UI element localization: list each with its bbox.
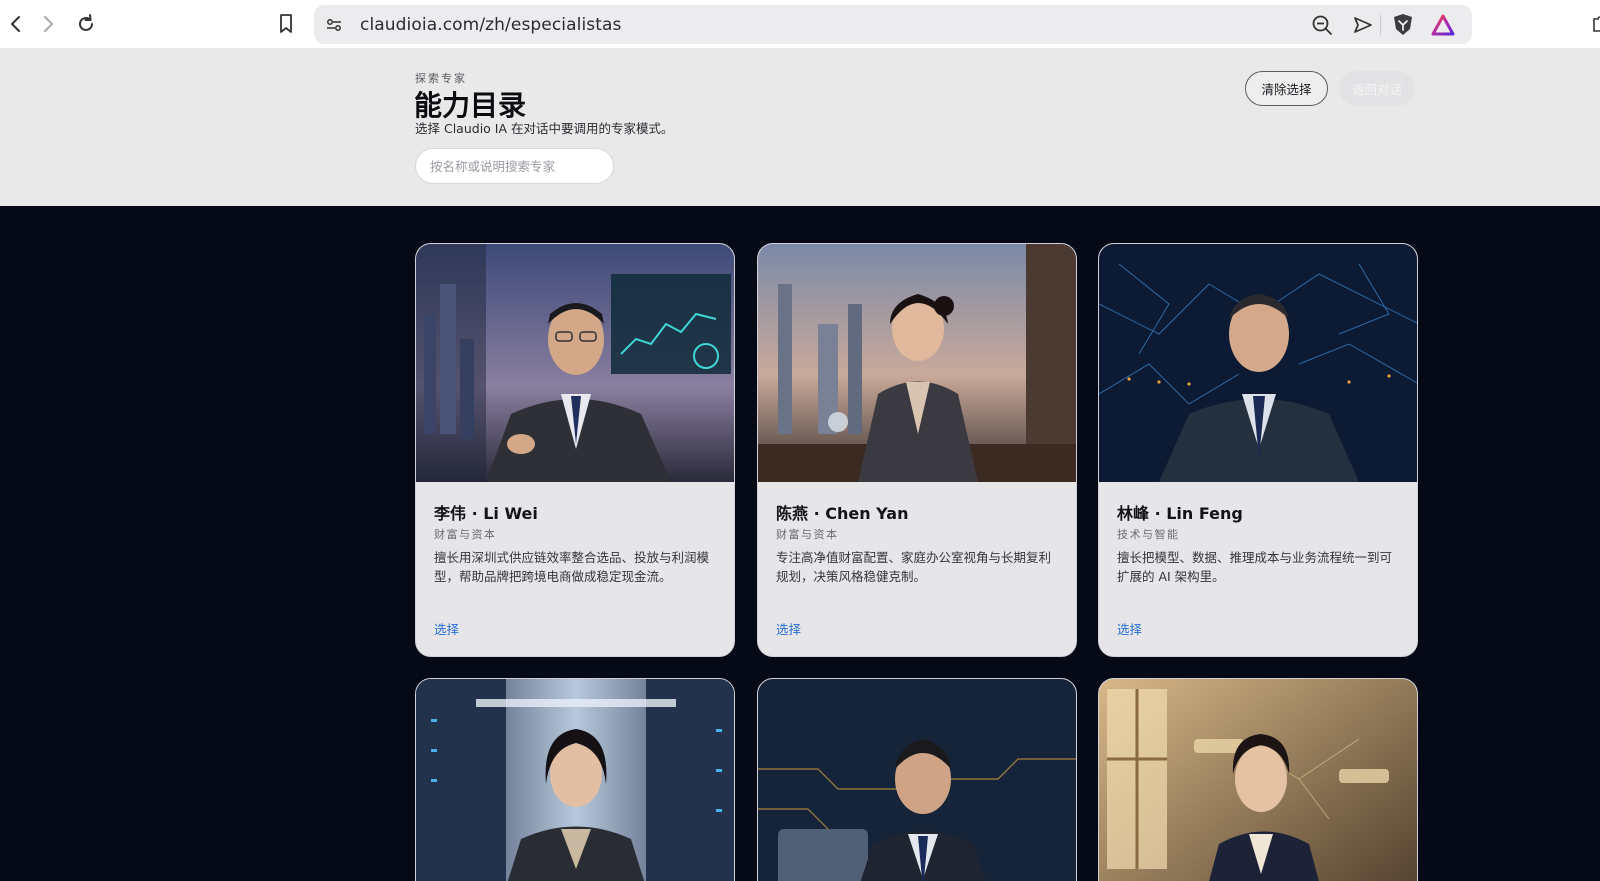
specialist-card-lin-feng[interactable]: 林峰 · Lin Feng 技术与智能 擅长把模型、数据、推理成本与业务流程统一… [1098, 243, 1418, 657]
back-icon[interactable] [0, 8, 32, 40]
zoom-out-icon[interactable] [1310, 13, 1334, 37]
address-bar[interactable]: claudioia.com/zh/especialistas [314, 5, 1472, 44]
search-input[interactable] [415, 148, 614, 184]
back-to-chat-button[interactable]: 返回对话 [1339, 71, 1415, 106]
specialist-card[interactable] [1098, 678, 1418, 881]
specialist-category: 财富与资本 [434, 528, 497, 541]
extensions-icon[interactable] [1584, 8, 1600, 40]
portrait-photo [1099, 244, 1417, 482]
portrait-photo [758, 244, 1076, 482]
specialist-description: 专注高净值财富配置、家庭办公室视角与长期复利规划，决策风格稳健克制。 [776, 550, 1052, 584]
select-link[interactable]: 选择 [1117, 619, 1142, 638]
reload-icon[interactable] [70, 8, 102, 40]
specialist-card[interactable] [415, 678, 735, 881]
specialist-category: 技术与智能 [1117, 528, 1180, 541]
specialist-card[interactable] [757, 678, 1077, 881]
select-link[interactable]: 选择 [776, 619, 801, 638]
rewards-triangle-icon[interactable] [1431, 13, 1455, 37]
send-icon[interactable] [1351, 13, 1375, 37]
portrait-photo [758, 679, 1076, 881]
clear-selection-button[interactable]: 清除选择 [1245, 71, 1328, 106]
specialist-name: 陈燕 · Chen Yan [776, 504, 909, 523]
portrait-photo [416, 244, 734, 482]
specialist-name: 林峰 · Lin Feng [1117, 504, 1243, 523]
browser-toolbar: claudioia.com/zh/especialistas [0, 0, 1600, 48]
specialist-name: 李伟 · Li Wei [434, 504, 538, 523]
portrait-photo [416, 679, 734, 881]
page-header: 探索专家 能力目录 选择 Claudio IA 在对话中要调用的专家模式。 清除… [0, 48, 1600, 206]
bookmark-icon[interactable] [270, 8, 302, 40]
site-settings-icon[interactable] [324, 15, 344, 39]
specialist-description: 擅长用深圳式供应链效率整合选品、投放与利润模型，帮助品牌把跨境电商做成稳定现金流… [434, 550, 710, 584]
specialist-category: 财富与资本 [776, 528, 839, 541]
url-text[interactable]: claudioia.com/zh/especialistas [360, 15, 621, 35]
specialist-card-chen-yan[interactable]: 陈燕 · Chen Yan 财富与资本 专注高净值财富配置、家庭办公室视角与长期… [757, 243, 1077, 657]
brave-shield-icon[interactable] [1391, 13, 1415, 37]
portrait-photo [1099, 679, 1417, 881]
toolbar-divider [1380, 15, 1381, 35]
page-subtitle: 选择 Claudio IA 在对话中要调用的专家模式。 [415, 121, 674, 136]
specialist-card-li-wei[interactable]: 李伟 · Li Wei 财富与资本 擅长用深圳式供应链效率整合选品、投放与利润模… [415, 243, 735, 657]
specialist-description: 擅长把模型、数据、推理成本与业务流程统一到可扩展的 AI 架构里。 [1117, 550, 1393, 584]
select-link[interactable]: 选择 [434, 619, 459, 638]
forward-icon[interactable] [32, 8, 64, 40]
